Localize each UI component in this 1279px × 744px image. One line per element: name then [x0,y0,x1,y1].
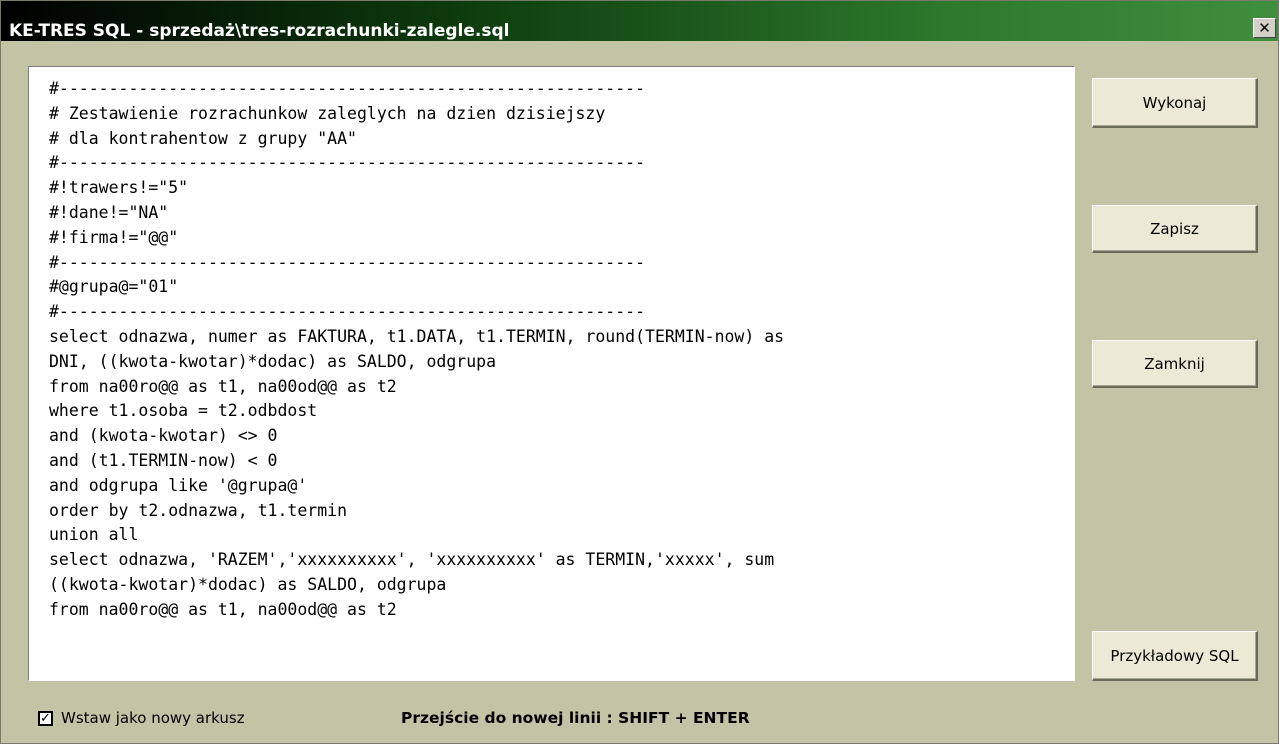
save-button[interactable]: Zapisz [1092,205,1258,253]
code-line: from na00ro@@ as t1, na00od@@ as t2 [49,599,397,619]
title-bar: KE-TRES SQL - sprzedaż\tres-rozrachunki-… [1,1,1278,41]
sql-editor-dialog: KE-TRES SQL - sprzedaż\tres-rozrachunki-… [0,0,1279,744]
code-line: where t1.osoba = t2.odbdost [49,401,318,421]
sql-editor-textarea[interactable]: #---------------------------------------… [28,66,1075,681]
code-line: #---------------------------------------… [49,252,646,272]
close-button[interactable]: Zamknij [1092,340,1258,388]
code-line: and (t1.TERMIN-now) < 0 [49,450,278,470]
newline-hint: Przejście do nowej linii : SHIFT + ENTER [401,709,750,727]
code-line: #!dane!="NA" [49,202,169,222]
close-icon: ✕ [1258,19,1271,37]
code-line: select odnazwa, 'RAZEM','xxxxxxxxxx', 'x… [49,550,775,570]
code-line: #---------------------------------------… [49,79,646,98]
code-line: select odnazwa, numer as FAKTURA, t1.DAT… [49,326,785,346]
code-line: DNI, ((kwota-kwotar)*dodac) as SALDO, od… [49,351,497,371]
sample-sql-button-label: Przykładowy SQL [1110,646,1239,665]
code-line: and (kwota-kwotar) <> 0 [49,426,278,446]
code-line: and odgrupa like '@grupa@' [49,475,308,495]
code-line: #---------------------------------------… [49,302,646,322]
code-line: from na00ro@@ as t1, na00od@@ as t2 [49,376,397,396]
code-line: order by t2.odnazwa, t1.termin [49,500,348,520]
sql-code: #---------------------------------------… [49,77,1068,623]
code-line: #@grupa@="01" [49,277,179,297]
sample-sql-button[interactable]: Przykładowy SQL [1092,631,1258,681]
new-sheet-option[interactable]: ✓ Wstaw jako nowy arkusz [38,708,245,728]
window-title: KE-TRES SQL - sprzedaż\tres-rozrachunki-… [9,21,510,41]
new-sheet-checkbox[interactable]: ✓ [38,710,53,726]
close-button-label: Zamknij [1144,354,1205,373]
code-line: # Zestawienie rozrachunkow zaleglych na … [49,103,606,123]
code-line: # dla kontrahentow z grupy "AA" [49,128,357,148]
run-button-label: Wykonaj [1142,93,1207,112]
code-line: #---------------------------------------… [49,153,646,173]
close-window-button[interactable]: ✕ [1253,18,1276,38]
code-line: ((kwota-kwotar)*dodac) as SALDO, odgrupa [49,574,447,594]
run-button[interactable]: Wykonaj [1092,78,1258,128]
code-line: #!trawers!="5" [49,178,189,198]
code-line: #!firma!="@@" [49,227,179,247]
save-button-label: Zapisz [1150,219,1199,238]
new-sheet-label: Wstaw jako nowy arkusz [61,709,245,727]
checkmark-icon: ✓ [40,710,51,726]
code-line: union all [49,525,139,545]
